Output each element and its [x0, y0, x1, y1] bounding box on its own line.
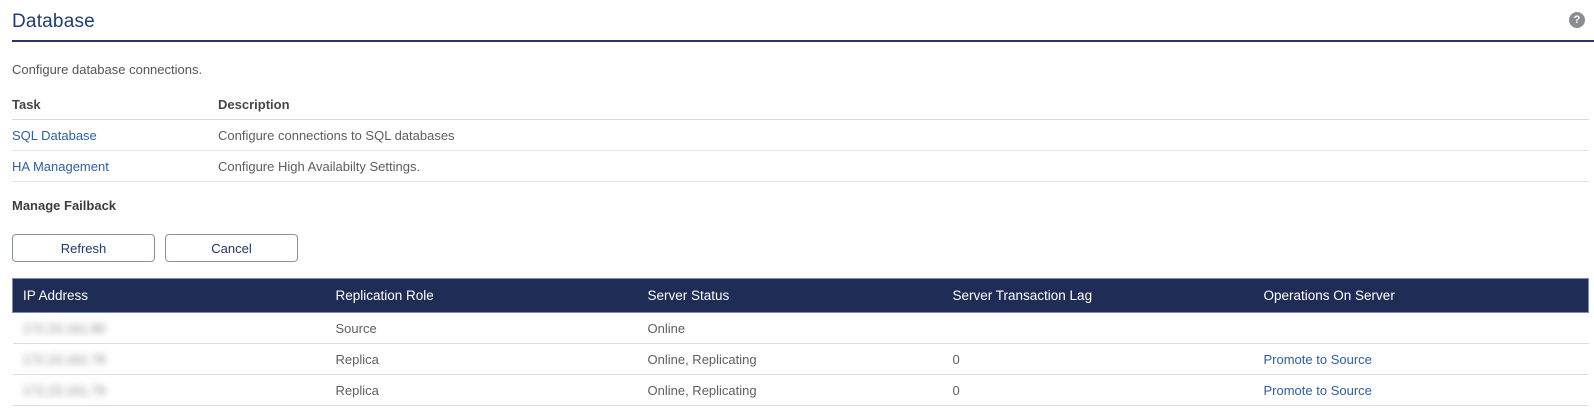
servers-table: IP AddressReplication RoleServer StatusS… — [12, 278, 1589, 406]
ip-address-cell: 172.23.161.78 — [13, 344, 326, 375]
operations-cell: Promote to Source — [1254, 344, 1589, 375]
tasks-header-description: Description — [218, 97, 1589, 112]
page-title: Database — [12, 11, 1582, 33]
servers-column-header: Server Transaction Lag — [943, 279, 1254, 313]
task-row: HA ManagementConfigure High Availabilty … — [12, 151, 1589, 182]
replication-role-cell: Replica — [326, 375, 638, 406]
ip-address-cell: 172.23.161.79 — [13, 375, 326, 406]
server-status-cell: Online, Replicating — [638, 375, 943, 406]
cancel-button[interactable]: Cancel — [165, 234, 298, 262]
database-settings-page: Database ? Configure database connection… — [0, 0, 1594, 408]
servers-column-header: IP Address — [13, 279, 326, 313]
ip-address-redacted: 172.23.161.79 — [23, 383, 106, 398]
page-content: Configure database connections. Task Des… — [0, 62, 1594, 406]
failback-toolbar: Refresh Cancel — [12, 234, 1582, 262]
help-icon[interactable]: ? — [1569, 12, 1585, 28]
transaction-lag-cell: 0 — [943, 344, 1254, 375]
tasks-table-body: SQL DatabaseConfigure connections to SQL… — [12, 120, 1589, 182]
task-link[interactable]: SQL Database — [12, 128, 218, 143]
ip-address-redacted: 172.23.161.78 — [23, 352, 106, 367]
servers-table-body: 172.23.161.80 SourceOnline 172.23.161.78 Re… — [13, 313, 1589, 406]
task-description: Configure connections to SQL databases — [218, 128, 1589, 143]
page-header: Database ? — [0, 0, 1594, 42]
servers-header-row: IP AddressReplication RoleServer StatusS… — [13, 279, 1589, 313]
manage-failback-heading: Manage Failback — [12, 198, 1582, 213]
promote-to-source-link[interactable]: Promote to Source — [1264, 352, 1372, 367]
transaction-lag-cell — [943, 313, 1254, 344]
task-link[interactable]: HA Management — [12, 159, 218, 174]
task-row: SQL DatabaseConfigure connections to SQL… — [12, 120, 1589, 151]
ip-address-redacted: 172.23.161.80 — [23, 321, 106, 336]
ip-address-cell: 172.23.161.80 — [13, 313, 326, 344]
server-row: 172.23.161.80 SourceOnline — [13, 313, 1589, 344]
tasks-table: Task Description SQL DatabaseConfigure c… — [12, 89, 1589, 182]
title-divider — [12, 40, 1594, 42]
promote-to-source-link[interactable]: Promote to Source — [1264, 383, 1372, 398]
servers-table-header: IP AddressReplication RoleServer StatusS… — [13, 279, 1589, 313]
server-status-cell: Online — [638, 313, 943, 344]
operations-cell: Promote to Source — [1254, 375, 1589, 406]
operations-cell — [1254, 313, 1589, 344]
tasks-header-task: Task — [12, 97, 218, 112]
servers-column-header: Server Status — [638, 279, 943, 313]
server-status-cell: Online, Replicating — [638, 344, 943, 375]
transaction-lag-cell: 0 — [943, 375, 1254, 406]
refresh-button[interactable]: Refresh — [12, 234, 155, 262]
tasks-table-header: Task Description — [12, 89, 1589, 120]
replication-role-cell: Source — [326, 313, 638, 344]
task-description: Configure High Availabilty Settings. — [218, 159, 1589, 174]
server-row: 172.23.161.79 ReplicaOnline, Replicating0… — [13, 375, 1589, 406]
page-subtitle: Configure database connections. — [12, 62, 1582, 77]
servers-column-header: Replication Role — [326, 279, 638, 313]
server-row: 172.23.161.78 ReplicaOnline, Replicating0… — [13, 344, 1589, 375]
servers-column-header: Operations On Server — [1254, 279, 1589, 313]
replication-role-cell: Replica — [326, 344, 638, 375]
